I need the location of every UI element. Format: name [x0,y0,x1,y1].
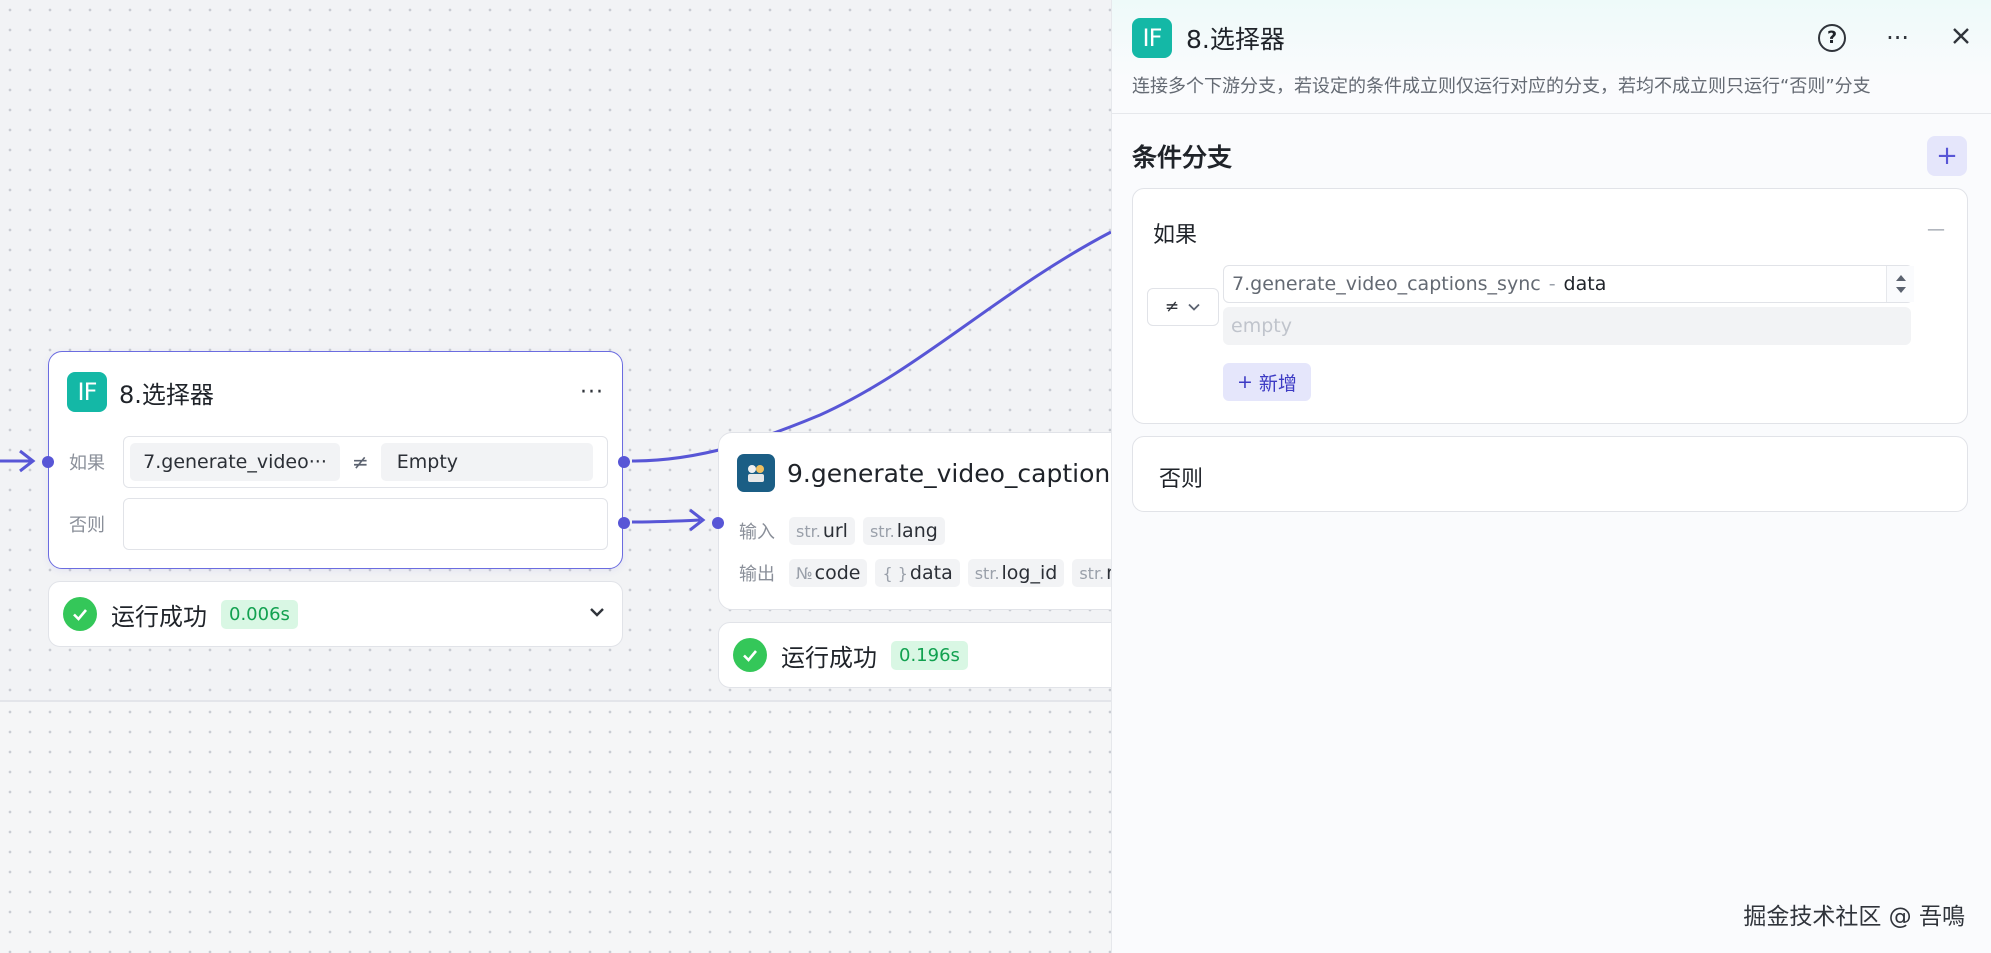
help-icon[interactable]: ? [1818,24,1847,52]
panel-title[interactable]: 8.选择器 [1186,20,1804,56]
else-output-port[interactable] [618,517,630,529]
more-icon[interactable]: ··· [1886,24,1909,52]
edge-else-to-node9 [631,518,701,524]
chevron-down-icon[interactable] [586,601,608,627]
else-branch-card: 否则 [1132,436,1968,512]
node9-run-status[interactable]: 运行成功 0.196s [718,622,1111,688]
if-icon: IF [1132,18,1172,58]
input-param: str. url [789,517,855,545]
more-icon[interactable]: ··· [580,380,604,405]
output-label: 输出 [739,564,775,585]
node-generate-video-captions-9[interactable]: 9.generate_video_captions 输入 str. url str… [712,432,1111,610]
condition-box[interactable]: 7.generate_video··· ≠ Empty [123,436,608,488]
variable-node: 7.generate_video_captions_sync [1232,273,1541,295]
variable-field: data [1563,273,1607,295]
node-config-panel: IF 8.选择器 ? ··· 连接多个下游分支，若设定的条件成立则仅运行对应的分… [1111,0,1991,953]
if-branch-card: 如果 — ≠ 7.generate_video_captions_sync - … [1132,188,1968,424]
panel-description: 连接多个下游分支，若设定的条件成立则仅运行对应的分支，若均不成立则只运行“否则”… [1132,76,1871,97]
panel-header: IF 8.选择器 ? ··· 连接多个下游分支，若设定的条件成立则仅运行对应的分… [1112,0,1991,114]
if-label: 如果 [69,453,105,474]
input-param: str. lang [862,517,945,545]
edge-incoming-arrowhead [19,449,36,473]
plugin-icon [737,454,775,492]
node-title: 9.generate_video_captions [787,458,1111,488]
status-text: 运行成功 [781,643,877,672]
output-param: { } data [875,559,960,587]
not-equal-icon: ≠ [352,450,369,474]
section-title: 条件分支 [1132,143,1233,172]
variable-select[interactable]: 7.generate_video_captions_sync - data [1223,265,1914,303]
edge-arrowhead [689,508,706,532]
success-check-icon [63,597,97,631]
if-icon: IF [67,372,107,412]
plus-icon: + [1237,371,1253,393]
output-param: str.ms [1072,559,1111,587]
status-text: 运行成功 [111,602,207,631]
else-box[interactable] [123,498,608,550]
not-equal-icon: ≠ [1164,297,1180,317]
canvas-lower-area [0,700,1111,953]
input-port[interactable] [42,456,54,468]
watermark: 掘金技术社区 @ 吾鳴 [1743,904,1965,930]
node-title: 8.选择器 [119,380,214,409]
add-condition-label: 新增 [1258,372,1297,395]
condition-variable: 7.generate_video··· [130,443,340,481]
operator-select[interactable]: ≠ [1147,288,1219,326]
if-output-port[interactable] [618,456,630,468]
run-time-badge: 0.006s [221,599,298,629]
workflow-canvas[interactable]: IF 8.选择器 ··· 如果 7.generate_video··· ≠ Em… [0,0,1111,953]
run-time-badge: 0.196s [891,640,968,670]
if-card-label: 如果 [1153,223,1198,248]
node-selector-8[interactable]: IF 8.选择器 ··· 如果 7.generate_video··· ≠ Em… [42,351,630,569]
else-label: 否则 [69,515,105,536]
close-icon[interactable] [1951,24,1971,52]
chevron-down-icon [1188,303,1200,311]
input-port[interactable] [712,517,724,529]
success-check-icon [733,638,767,672]
condition-value: Empty [380,443,593,481]
else-card-label: 否则 [1159,467,1204,492]
variable-separator: - [1548,273,1556,295]
collapse-branch-button[interactable]: — [1927,219,1945,240]
add-branch-button[interactable]: + [1927,136,1967,176]
node8-run-status[interactable]: 运行成功 0.006s [48,581,623,647]
add-condition-button[interactable]: + 新增 [1223,363,1311,401]
output-param: str. log_id [967,559,1065,587]
output-param: № code [789,559,868,587]
input-label: 输入 [739,522,775,543]
value-input[interactable]: empty [1223,307,1911,345]
edge-if-to-node9-top [631,230,1111,463]
stepper-icon[interactable] [1886,266,1914,302]
